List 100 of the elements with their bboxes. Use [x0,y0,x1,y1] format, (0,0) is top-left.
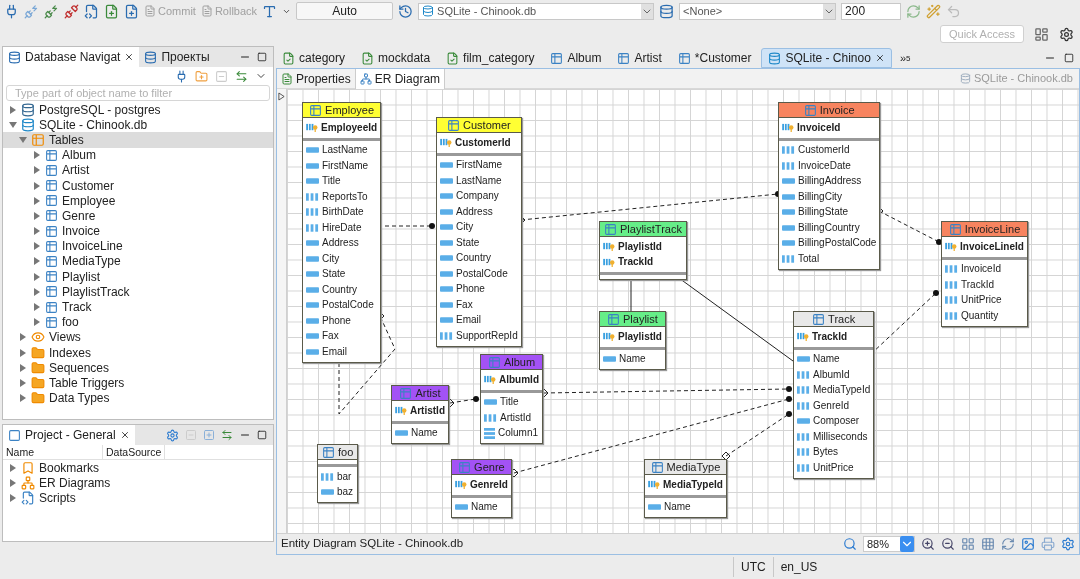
column-header[interactable]: DataSource [103,445,166,459]
document-plus-icon[interactable] [104,3,119,19]
expand-arrow-icon[interactable] [9,493,17,502]
schema-dropdown[interactable]: <None> [679,2,837,20]
tree-item[interactable]: Genre [3,208,273,224]
expand-arrow-icon[interactable] [19,378,27,387]
tree-item[interactable]: Indexes [3,345,273,361]
expand-arrow-icon[interactable] [33,242,41,251]
entity-table[interactable]: foo bar baz [317,444,359,503]
tree-item[interactable]: Track [3,299,273,315]
tree-item[interactable]: PlaylistTrack [3,284,273,300]
commit-mode-field[interactable]: Auto [296,2,394,20]
expand-arrow-icon[interactable] [33,196,41,205]
tree-item[interactable]: foo [3,314,273,330]
history-icon[interactable] [398,3,414,19]
editor-tab[interactable]: category [276,48,352,68]
tree-item[interactable]: MediaType [3,253,273,270]
expand-arrow-icon[interactable] [9,105,17,114]
expand-arrow-icon[interactable] [33,211,41,220]
maximize-icon[interactable] [1064,53,1074,63]
tree-item[interactable]: SQLite - Chinook.db [3,117,273,133]
tree-item[interactable]: PostgreSQL - postgres [3,102,273,118]
expand-arrow-icon[interactable] [19,363,27,372]
datasource-dropdown[interactable]: SQLite - Chinook.db [418,2,655,20]
zoom-out-icon[interactable] [941,537,955,551]
entity-table[interactable]: Track TrackId Name AlbumId MediaTypeId GenreId Composer Milliseconds Bytes UnitPrice [793,311,875,479]
image-icon[interactable] [1021,537,1035,551]
tree-item[interactable]: Playlist [3,269,273,285]
entity-table[interactable]: Playlist PlaylistId Name [599,311,666,370]
editor-subtab[interactable]: ER Diagram [355,68,446,89]
close-icon[interactable] [124,52,135,62]
entity-table[interactable]: Customer CustomerId FirstName LastName Company Address City State Country PostalCode Phone Fax Email SupportRepId [436,117,522,347]
entity-table[interactable]: Employee EmployeeId LastName FirstName Title ReportsTo BirthDate HireDate Address City State Country PostalCode Phone Fax Email [302,102,382,363]
quick-access-field[interactable]: Quick Access [940,25,1024,43]
tree-item[interactable]: Employee [3,193,273,209]
document-icon[interactable] [84,3,99,19]
entity-table[interactable]: InvoiceLine InvoiceLineId InvoiceId TrackId UnitPrice Quantity [941,221,1028,327]
zoom-in-icon[interactable] [921,537,935,551]
maximize-icon[interactable] [257,430,267,440]
connect-icon[interactable] [175,69,188,83]
expand-arrow-icon[interactable] [33,151,41,160]
settings-icon[interactable] [166,428,179,442]
expand-arrow-icon[interactable] [9,463,17,472]
maximize-icon[interactable] [257,52,267,62]
collapse-arrow-icon[interactable] [9,120,17,129]
tree-item[interactable]: Bookmarks [3,460,273,476]
collapse-arrow-icon[interactable] [19,135,27,144]
disconnect-icon[interactable] [64,3,79,19]
editor-subtab[interactable]: Properties [277,68,356,89]
entity-table[interactable]: PlaylistTrack PlaylistId TrackId [599,221,687,280]
expand-arrow-icon[interactable] [33,318,41,327]
panel-tab[interactable]: Project - General [3,425,135,445]
refresh-icon[interactable] [1001,537,1015,551]
tree-item[interactable]: Invoice [3,223,273,239]
tree-item[interactable]: Artist [3,162,273,178]
document-plus-icon[interactable] [124,3,139,19]
settings-icon[interactable] [1061,537,1075,551]
tree-item[interactable]: ER Diagrams [3,475,273,491]
expand-arrow-icon[interactable] [33,181,41,190]
expand-arrow-icon[interactable] [19,394,27,403]
connect-icon[interactable] [4,3,19,19]
editor-tab[interactable]: Artist [611,48,668,68]
editor-tab[interactable]: SQLite - Chinoo [761,48,892,68]
entity-table[interactable]: Invoice InvoiceId CustomerId InvoiceDate BillingAddress BillingCity BillingState BillingCountry BillingPostalCode Total [778,102,881,270]
expand-arrow-icon[interactable] [9,478,17,487]
link-icon[interactable] [221,429,233,441]
editor-tab[interactable]: *Customer [671,48,758,68]
tree-item[interactable]: Customer [3,177,273,194]
zoom-dropdown[interactable]: 88% [863,536,915,552]
tree-item[interactable]: Table Triggers [3,375,273,391]
result-limit-field[interactable]: 200 [841,2,902,20]
editor-tab[interactable]: mockdata [355,48,437,68]
tree-item[interactable]: Tables [3,132,273,148]
plug-icon[interactable] [44,3,59,19]
palette-toggle-icon[interactable] [278,92,285,101]
expand-arrow-icon[interactable] [33,287,41,296]
link-icon[interactable] [235,69,248,83]
expand-arrow-icon[interactable] [19,348,27,357]
column-header[interactable]: Name [3,445,103,459]
panel-tab[interactable]: Database Navigat [3,47,140,67]
grid-icon[interactable] [981,537,995,551]
search-icon[interactable] [843,537,857,551]
editor-tab[interactable]: film_category [440,48,541,68]
close-icon[interactable] [119,430,130,440]
filter-field[interactable]: Type part of object name to filter [6,85,270,101]
database-icon[interactable] [659,3,675,19]
expand-arrow-icon[interactable] [33,272,41,281]
layout-icon[interactable] [961,537,975,551]
entity-table[interactable]: Artist ArtistId Name [391,385,449,444]
tree-item[interactable]: Sequences [3,360,273,376]
expand-arrow-icon[interactable] [33,166,41,175]
tree-item[interactable]: InvoiceLine [3,238,273,254]
editor-tab[interactable]: Album [544,48,608,68]
entity-table[interactable]: MediaType MediaTypeId Name [644,459,727,518]
tree-item[interactable]: Views [3,329,273,345]
expand-arrow-icon[interactable] [33,257,41,266]
close-icon[interactable] [874,53,885,63]
expand-arrow-icon[interactable] [33,227,41,236]
expand-arrow-icon[interactable] [33,303,41,312]
expand-arrow-icon[interactable] [19,333,27,342]
